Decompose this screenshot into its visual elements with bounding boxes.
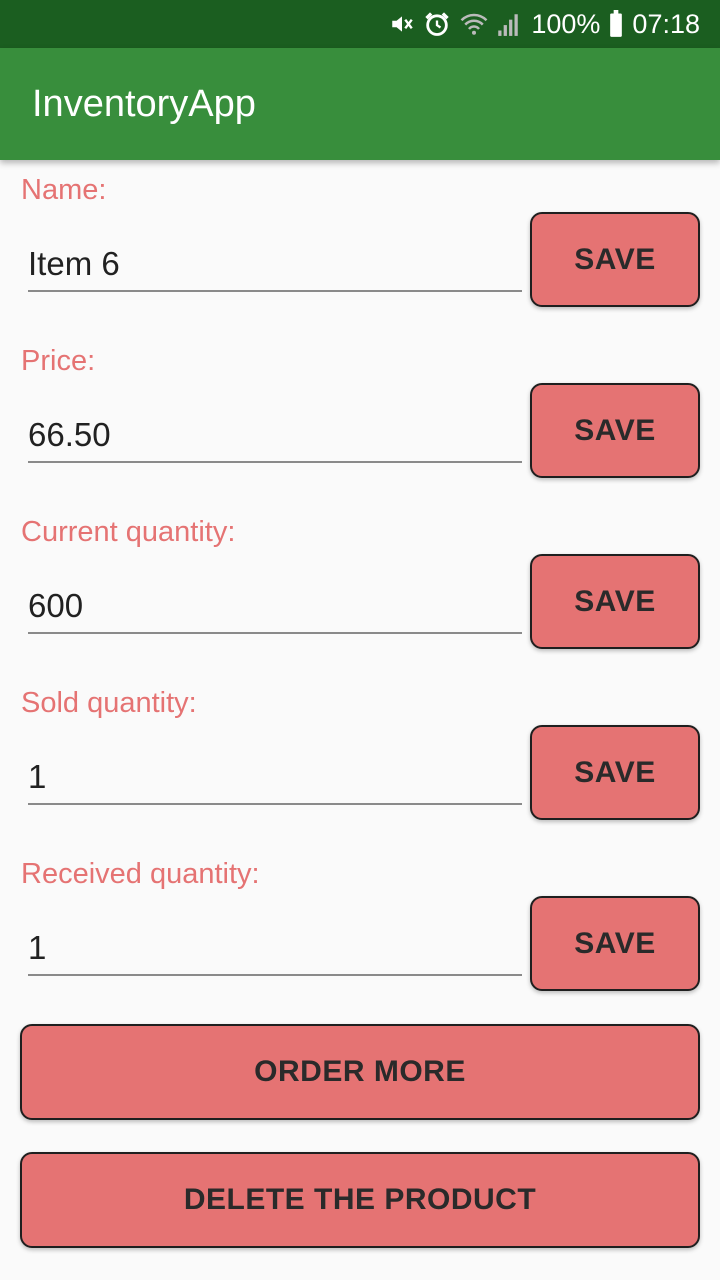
app-title: InventoryApp [32, 82, 256, 125]
name-field-underline [28, 290, 522, 292]
price-label: Price: [21, 345, 96, 377]
save-name-button[interactable]: SAVE [530, 212, 700, 307]
current-quantity-label: Current quantity: [21, 516, 236, 548]
received-quantity-row: Received quantity: 1 SAVE [0, 844, 720, 1015]
delete-product-button[interactable]: DELETE THE PRODUCT [20, 1152, 700, 1248]
save-sold-quantity-button[interactable]: SAVE [530, 725, 700, 820]
received-quantity-field[interactable]: 1 [28, 926, 508, 970]
battery-percentage: 100% [531, 8, 601, 39]
price-field[interactable]: 66.50 [28, 413, 508, 457]
name-label: Name: [21, 174, 107, 206]
current-quantity-field[interactable]: 600 [28, 584, 508, 628]
wifi-icon [459, 9, 489, 39]
price-row: Price: 66.50 SAVE [0, 331, 720, 502]
alarm-icon [423, 9, 451, 39]
current-quantity-field-underline [28, 632, 522, 634]
sold-quantity-field[interactable]: 1 [28, 755, 508, 799]
mute-icon [389, 9, 415, 39]
clock: 07:18 [632, 8, 700, 39]
order-more-button[interactable]: ORDER MORE [20, 1024, 700, 1120]
battery-icon [608, 9, 624, 39]
price-field-underline [28, 461, 522, 463]
current-quantity-row: Current quantity: 600 SAVE [0, 502, 720, 673]
save-price-button[interactable]: SAVE [530, 383, 700, 478]
product-editor: Name: Item 6 SAVE Price: 66.50 SAVE Curr… [0, 160, 720, 1280]
sold-quantity-label: Sold quantity: [21, 687, 197, 719]
save-received-quantity-button[interactable]: SAVE [530, 896, 700, 991]
signal-icon [497, 9, 519, 39]
status-bar: 100% 07:18 [0, 0, 720, 48]
received-quantity-field-underline [28, 974, 522, 976]
sold-quantity-row: Sold quantity: 1 SAVE [0, 673, 720, 844]
received-quantity-label: Received quantity: [21, 858, 260, 890]
name-field[interactable]: Item 6 [28, 242, 508, 286]
sold-quantity-field-underline [28, 803, 522, 805]
save-current-quantity-button[interactable]: SAVE [530, 554, 700, 649]
app-bar: InventoryApp [0, 48, 720, 160]
name-row: Name: Item 6 SAVE [0, 160, 720, 331]
